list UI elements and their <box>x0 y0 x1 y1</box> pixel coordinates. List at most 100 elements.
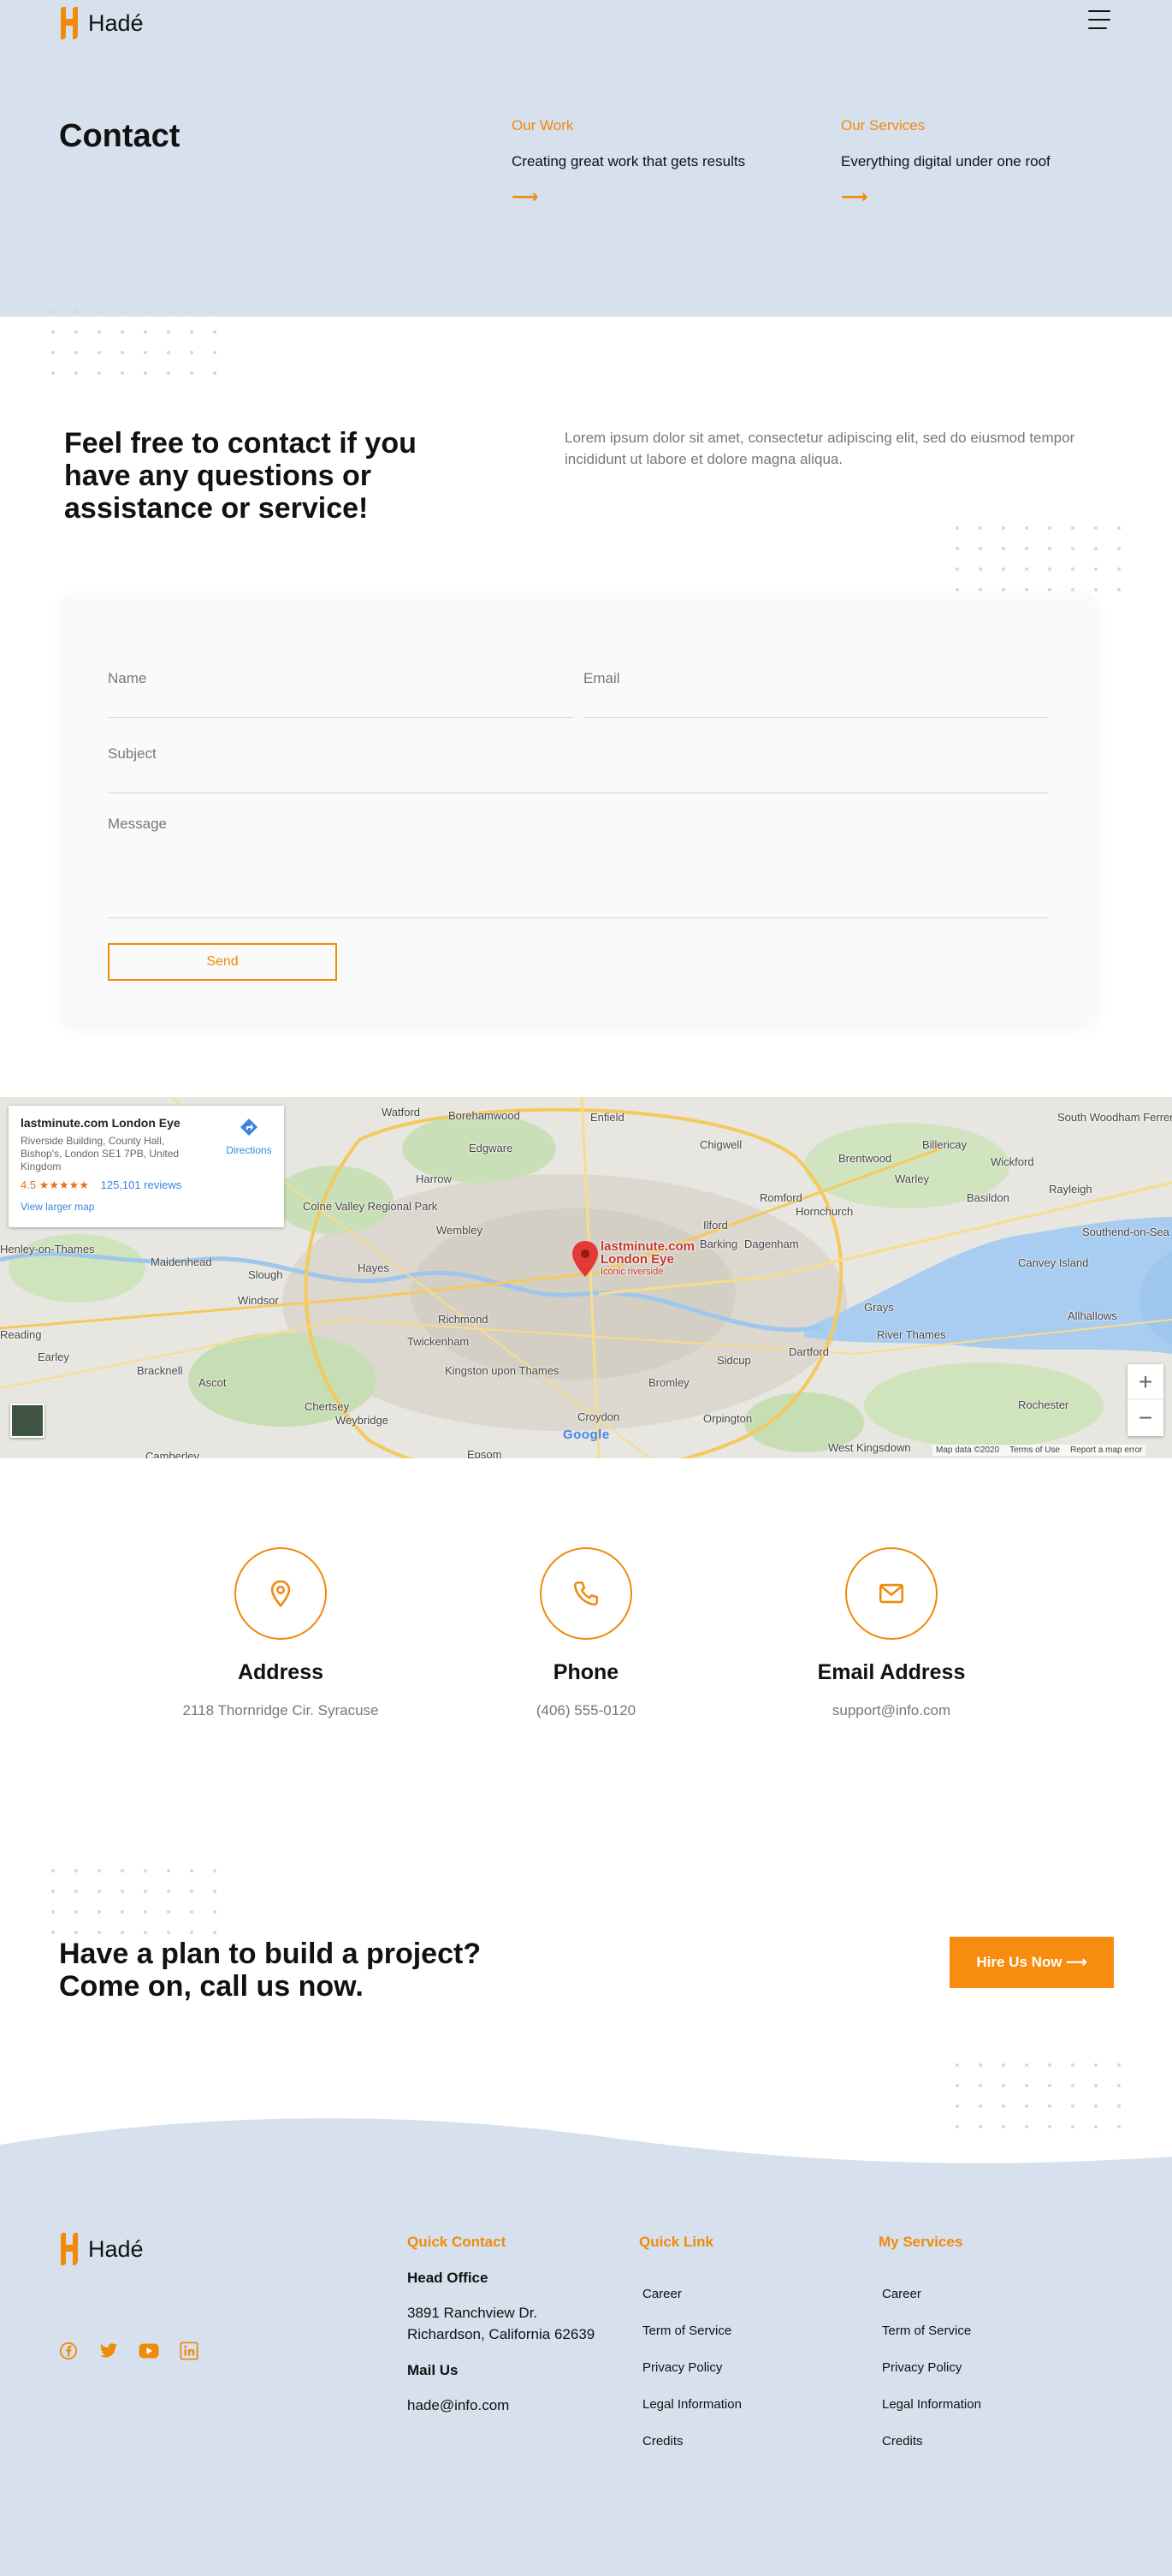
map-place-label: Watford <box>382 1106 421 1119</box>
directions-icon <box>240 1119 257 1136</box>
dot <box>1071 2063 1074 2067</box>
dot <box>51 1890 55 1893</box>
footer-link-career[interactable]: Career <box>642 2287 682 2301</box>
reviews-link[interactable]: 125,101 reviews <box>101 1178 182 1191</box>
map-place-label: Billericay <box>922 1138 968 1151</box>
footer-link-legal[interactable]: Legal Information <box>642 2397 742 2412</box>
map-place-label: Earley <box>38 1350 69 1363</box>
dot <box>979 2063 982 2067</box>
footer-service-privacy[interactable]: Privacy Policy <box>882 2360 962 2375</box>
map-place-label: Ascot <box>198 1376 227 1389</box>
dot <box>1048 2063 1051 2067</box>
dot <box>98 1890 101 1893</box>
map-pin-icon[interactable] <box>572 1241 598 1277</box>
dot <box>1025 2063 1028 2067</box>
map-place-label: Wickford <box>991 1155 1034 1168</box>
zoom-out-button[interactable]: − <box>1128 1400 1163 1436</box>
footer-service-credits[interactable]: Credits <box>882 2434 923 2448</box>
dot <box>190 371 193 375</box>
footer-link-terms[interactable]: Term of Service <box>642 2324 731 2338</box>
twitter-icon[interactable] <box>98 2341 119 2361</box>
dot <box>167 310 170 313</box>
footer-service-legal[interactable]: Legal Information <box>882 2397 981 2412</box>
cta-heading: Have a plan to build a project? Come on,… <box>59 1938 482 2003</box>
arrow-right-icon[interactable]: ⟶ <box>512 186 820 208</box>
map-place-label: Sidcup <box>717 1354 751 1367</box>
dot <box>1048 2104 1051 2108</box>
map-place-label: Rayleigh <box>1049 1183 1092 1196</box>
dot <box>190 351 193 354</box>
footer-mail-link[interactable]: hade@info.com <box>407 2395 509 2416</box>
name-input[interactable] <box>108 665 573 718</box>
dot <box>1002 2104 1005 2108</box>
footer-link-credits[interactable]: Credits <box>642 2434 684 2448</box>
header-logo[interactable]: Hadé <box>59 7 144 39</box>
dot <box>956 526 959 530</box>
info-value: 2118 Thornridge Cir. Syracuse <box>182 1702 379 1718</box>
hamburger-icon[interactable] <box>1088 10 1114 31</box>
footer-office-line-2: Richardson, California 62639 <box>407 2326 595 2342</box>
dot-grid-decoration <box>956 526 1121 591</box>
send-button[interactable]: Send <box>108 943 337 981</box>
dot <box>74 1910 78 1914</box>
dot <box>213 330 216 334</box>
name-field-wrap <box>108 665 573 718</box>
map-place-label: Hayes <box>358 1261 389 1274</box>
google-map[interactable]: Watford Borehamwood Enfield Harrow Edgware Ch… <box>0 1097 1172 1458</box>
pin-title-line-2: London Eye <box>601 1252 674 1267</box>
dot <box>979 588 982 591</box>
footer-background <box>0 2118 1172 2576</box>
dot <box>190 330 193 334</box>
logo-icon <box>61 2233 78 2265</box>
satellite-toggle[interactable] <box>10 1404 44 1438</box>
dot <box>1025 567 1028 571</box>
dot <box>74 310 78 313</box>
footer-logo[interactable]: Hadé <box>59 2233 144 2265</box>
dot <box>1048 2084 1051 2087</box>
terms-link[interactable]: Terms of Use <box>1009 1445 1060 1455</box>
google-logo: Google <box>563 1427 610 1442</box>
info-label: Address <box>237 1660 324 1684</box>
dot <box>1117 2104 1121 2108</box>
map-place-label: Croydon <box>577 1410 620 1423</box>
map-place-label: Romford <box>760 1191 802 1204</box>
dot <box>74 1869 78 1873</box>
map-place-label: Reading <box>0 1328 42 1341</box>
footer-link-privacy[interactable]: Privacy Policy <box>642 2360 722 2375</box>
youtube-icon[interactable] <box>139 2341 159 2361</box>
google-logo-text: Google <box>563 1427 610 1442</box>
zoom-in-button[interactable]: + <box>1128 1364 1163 1400</box>
subject-input[interactable] <box>108 740 1049 793</box>
report-error-link[interactable]: Report a map error <box>1070 1445 1142 1455</box>
dot <box>144 371 147 375</box>
logo-text: Hadé <box>88 9 144 36</box>
dot <box>956 2063 959 2067</box>
footer-service-career[interactable]: Career <box>882 2287 921 2301</box>
dot <box>167 351 170 354</box>
footer-head-office-label: Head Office <box>407 2270 488 2286</box>
arrow-right-icon[interactable]: ⟶ <box>841 186 1149 208</box>
email-input[interactable] <box>583 665 1049 718</box>
dot <box>144 351 147 354</box>
dot <box>979 567 982 571</box>
map-place-label: West Kingsdown <box>828 1441 911 1454</box>
view-larger-map-link[interactable]: View larger map <box>21 1201 272 1213</box>
facebook-icon[interactable] <box>58 2341 79 2361</box>
map-place-label: Allhallows <box>1068 1309 1117 1322</box>
dot <box>74 1890 78 1893</box>
info-icon-circle <box>540 1547 632 1640</box>
message-textarea[interactable] <box>108 816 1049 918</box>
dot <box>121 1931 124 1934</box>
dot <box>121 1869 124 1873</box>
directions-button[interactable]: Directions <box>219 1118 279 1156</box>
hire-us-button[interactable]: Hire Us Now ⟶ <box>950 1937 1114 1988</box>
footer-service-terms[interactable]: Term of Service <box>882 2324 971 2338</box>
linkedin-icon[interactable] <box>179 2341 199 2361</box>
map-place-label: Dartford <box>789 1345 829 1358</box>
dot <box>1071 2084 1074 2087</box>
map-place-label: Camberley <box>145 1450 199 1458</box>
dot <box>98 1910 101 1914</box>
dot <box>956 567 959 571</box>
map-place-label: River Thames <box>877 1328 946 1341</box>
info-address: Address 2118 Thornridge Cir. Syracuse <box>144 1547 417 1719</box>
